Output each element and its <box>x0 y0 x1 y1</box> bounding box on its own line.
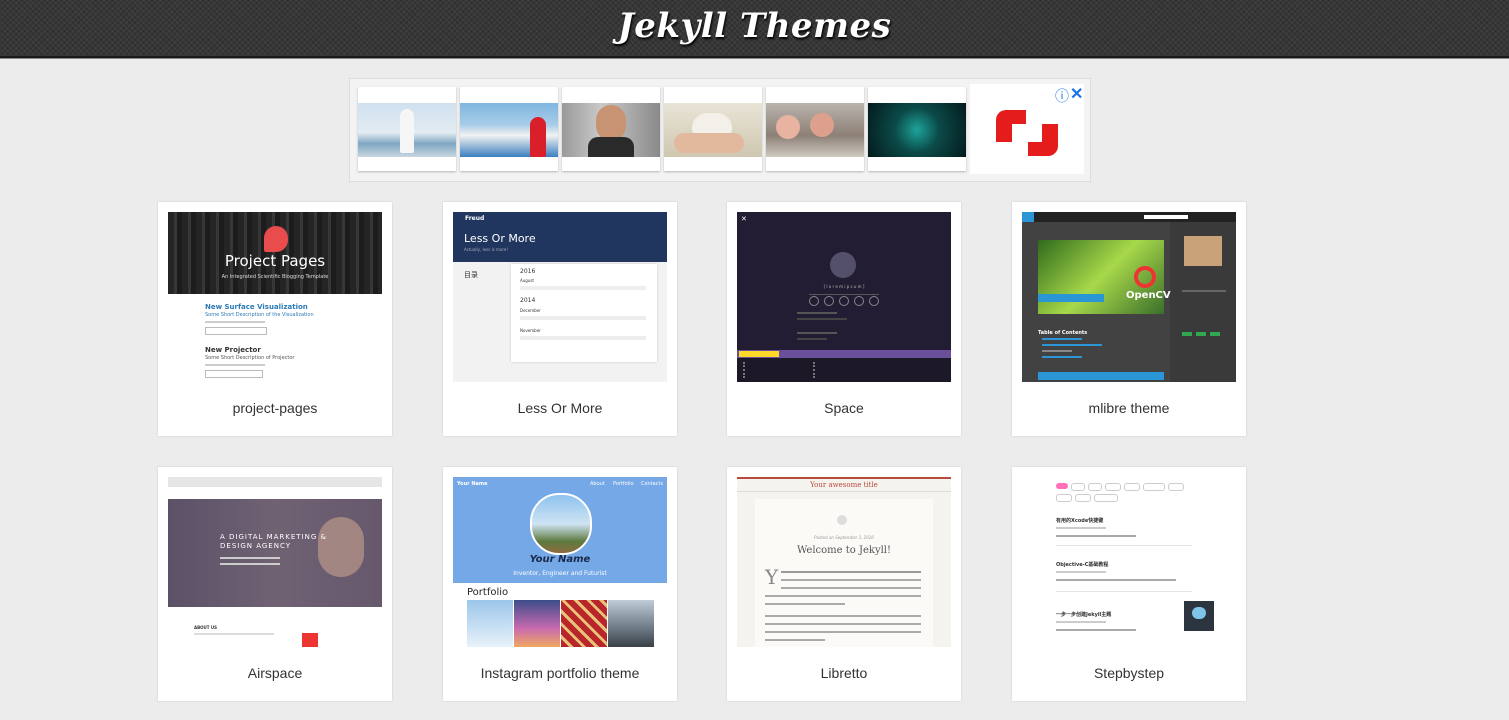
theme-preview[interactable]: 有用的Xcode快捷键 Objective-C基础教程 一步一步创建Jekyll… <box>1022 477 1236 647</box>
site-title[interactable]: Jekyll Themes <box>0 6 1509 46</box>
ad-info-icon[interactable]: ⓘ <box>1055 86 1069 106</box>
ad-banner[interactable]: ⓘ ✕ <box>349 78 1091 182</box>
site-header: Jekyll Themes <box>0 0 1509 58</box>
preview-subtitle: Inventor, Engineer and Futurist <box>513 570 607 577</box>
ad-thumbnail[interactable] <box>562 87 660 171</box>
ad-image <box>358 103 456 157</box>
preview-section-title: ABOUT US <box>194 625 218 630</box>
close-icon: ✕ <box>741 216 747 223</box>
theme-preview[interactable]: Your awesome title Posted on September 3… <box>737 477 951 647</box>
preview-section-title: Portfolio <box>467 587 509 598</box>
theme-name[interactable]: Airspace <box>158 665 392 681</box>
theme-card-space[interactable]: ✕ [ l o r e m i p s u m ] Space <box>727 202 961 436</box>
ad-image <box>766 103 864 157</box>
theme-card-project-pages[interactable]: Project Pages An Integrated Scientific B… <box>158 202 392 436</box>
ad-thumbnail[interactable] <box>664 87 762 171</box>
theme-card-stepbystep[interactable]: 有用的Xcode快捷键 Objective-C基础教程 一步一步创建Jekyll… <box>1012 467 1246 701</box>
preview-hero-text: A DIGITAL MARKETING & DESIGN AGENCY <box>220 533 327 550</box>
preview-post-subtitle: Some Short Description of Projector <box>205 355 295 361</box>
theme-card-less-or-more[interactable]: Freud Less Or More Actually, less is mor… <box>443 202 677 436</box>
theme-preview[interactable]: ✕ [ l o r e m i p s u m ] <box>737 212 951 382</box>
preview-hero-title: Less Or More <box>464 232 536 245</box>
preview-drop-cap: Y <box>765 565 779 589</box>
preview-hero-title: Project Pages <box>224 252 326 270</box>
preview-month: November <box>520 328 541 333</box>
theme-preview[interactable]: A DIGITAL MARKETING & DESIGN AGENCY ABOU… <box>168 477 382 647</box>
preview-post-title: 有用的Xcode快捷键 <box>1056 518 1104 524</box>
preview-toc-title: Table of Contents <box>1038 330 1088 336</box>
preview-hero-subtitle: Actually, less is more! <box>464 247 508 252</box>
theme-name[interactable]: Stepbystep <box>1012 665 1246 681</box>
theme-name[interactable]: Instagram portfolio theme <box>443 665 677 681</box>
theme-card-libretto[interactable]: Your awesome title Posted on September 3… <box>727 467 961 701</box>
ad-thumbnail[interactable] <box>766 87 864 171</box>
ad-image <box>562 103 660 157</box>
theme-preview[interactable]: Freud Less Or More Actually, less is mor… <box>453 212 667 382</box>
theme-name[interactable]: Libretto <box>727 665 961 681</box>
ad-image <box>460 103 558 157</box>
preview-nav-contacts: Contacts <box>641 481 664 487</box>
preview-post-title: Objective-C基础教程 <box>1056 562 1109 568</box>
preview-tagline: [ l o r e m i p s u m ] <box>823 284 865 289</box>
preview-month: August <box>520 278 534 283</box>
preview-post-date: Posted on September 3, 2016 <box>814 535 874 540</box>
ad-thumbnail[interactable] <box>460 87 558 171</box>
preview-year: 2014 <box>520 297 536 304</box>
theme-name[interactable]: project-pages <box>158 400 392 416</box>
theme-name[interactable]: Space <box>727 400 961 416</box>
preview-post-title: Welcome to Jekyll! <box>796 545 892 556</box>
preview-month: December <box>520 308 541 313</box>
theme-card-airspace[interactable]: A DIGITAL MARKETING & DESIGN AGENCY ABOU… <box>158 467 392 701</box>
theme-card-mlibre-theme[interactable]: OpenCV Table of Contents mlibre theme <box>1012 202 1246 436</box>
theme-card-instagram-portfolio-theme[interactable]: Your Name About Portfolio Contacts Your … <box>443 467 677 701</box>
ad-image <box>868 103 966 157</box>
preview-post-title: New Surface Visualization <box>205 303 308 311</box>
theme-name[interactable]: Less Or More <box>443 400 677 416</box>
preview-site-title: Your awesome title <box>810 481 878 489</box>
theme-name[interactable]: mlibre theme <box>1012 400 1246 416</box>
ad-thumbnail[interactable] <box>868 87 966 171</box>
theme-preview[interactable]: Your Name About Portfolio Contacts Your … <box>453 477 667 647</box>
ad-image <box>664 103 762 157</box>
preview-brand: Freud <box>465 215 485 222</box>
preview-year: 2016 <box>520 268 536 275</box>
preview-toc-title: 目录 <box>464 271 478 279</box>
preview-site-name: Your Name <box>457 481 488 487</box>
preview-nav-about: About <box>590 481 605 487</box>
preview-hero-subtitle: An Integrated Scientific Blogging Templa… <box>221 274 329 280</box>
preview-post-subtitle: Some Short Description of the Visualizat… <box>205 312 314 318</box>
preview-post-title: New Projector <box>205 346 261 354</box>
ad-close-icon[interactable]: ✕ <box>1070 84 1083 104</box>
ad-thumbnail[interactable] <box>358 87 456 171</box>
theme-preview[interactable]: OpenCV Table of Contents <box>1022 212 1236 382</box>
preview-name: Your Name <box>529 554 591 565</box>
preview-nav-portfolio: Portfolio <box>613 481 634 487</box>
preview-logo-text: OpenCV <box>1126 290 1171 301</box>
preview-post-title: 一步一步创建Jekyll主题 <box>1056 612 1112 618</box>
theme-preview[interactable]: Project Pages An Integrated Scientific B… <box>168 212 382 382</box>
